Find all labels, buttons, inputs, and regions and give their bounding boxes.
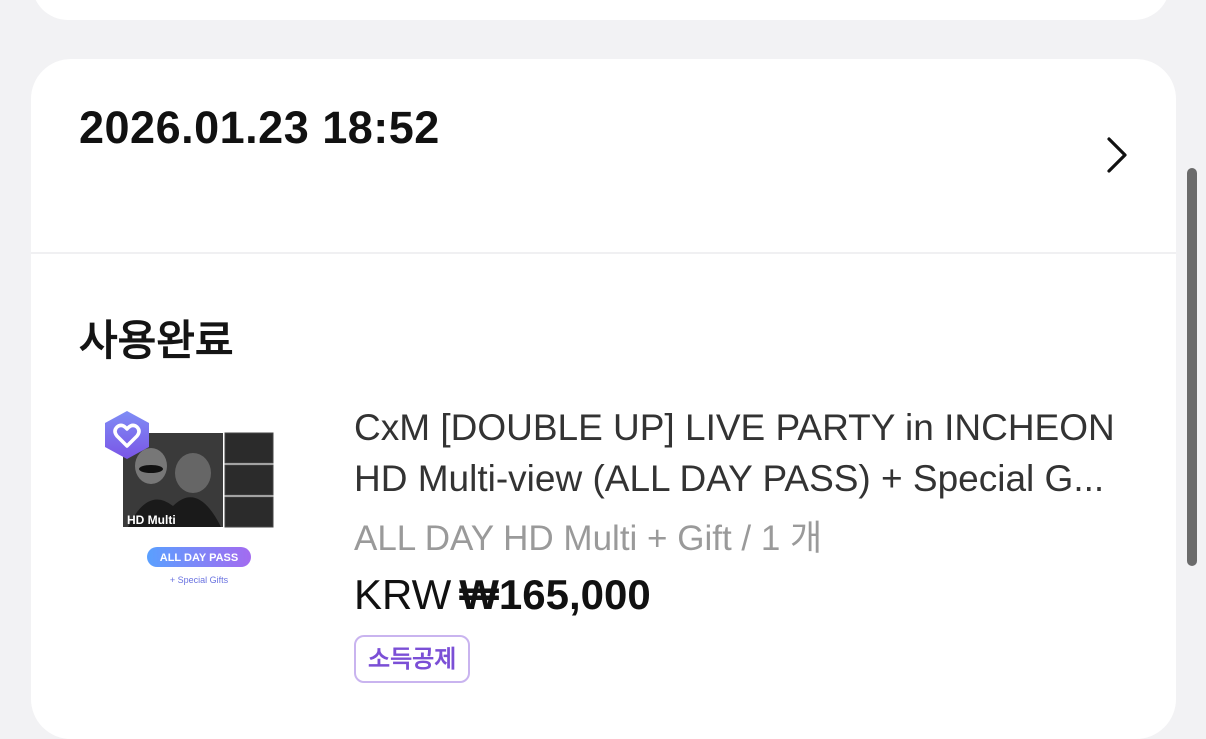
order-datetime: 2026.01.23 18:52 [79,102,440,153]
product-price: KRW ₩165,000 [354,571,651,619]
divider [31,252,1176,254]
thumbnail-gift-label: + Special Gifts [170,575,229,585]
product-option: ALL DAY HD Multi + Gift / 1 개 [354,519,823,558]
chevron-right-icon[interactable] [1097,133,1137,177]
scrollbar[interactable] [1187,168,1197,566]
product-title-line-1: CxM [DOUBLE UP] LIVE PARTY in INCHEON [354,407,1115,448]
price-amount: ₩165,000 [459,571,651,618]
product-thumbnail[interactable]: HD Multi ALL DAY PASS + Special Gifts [103,411,283,601]
order-status: 사용완료 [79,316,234,365]
product-title[interactable]: CxM [DOUBLE UP] LIVE PARTY in INCHEON HD… [354,402,1144,504]
thumbnail-pass-label: ALL DAY PASS [160,552,238,564]
price-currency: KRW [354,571,452,618]
product-title-line-2: HD Multi-view (ALL DAY PASS) + Special G… [354,458,1105,499]
thumbnail-overlay-label: HD Multi [127,513,176,527]
order-card[interactable]: 2026.01.23 18:52 사용완료 HD Multi ALL DAY P… [31,59,1176,739]
tax-deduction-tag: 소득공제 [354,635,471,683]
previous-order-card [32,0,1170,20]
